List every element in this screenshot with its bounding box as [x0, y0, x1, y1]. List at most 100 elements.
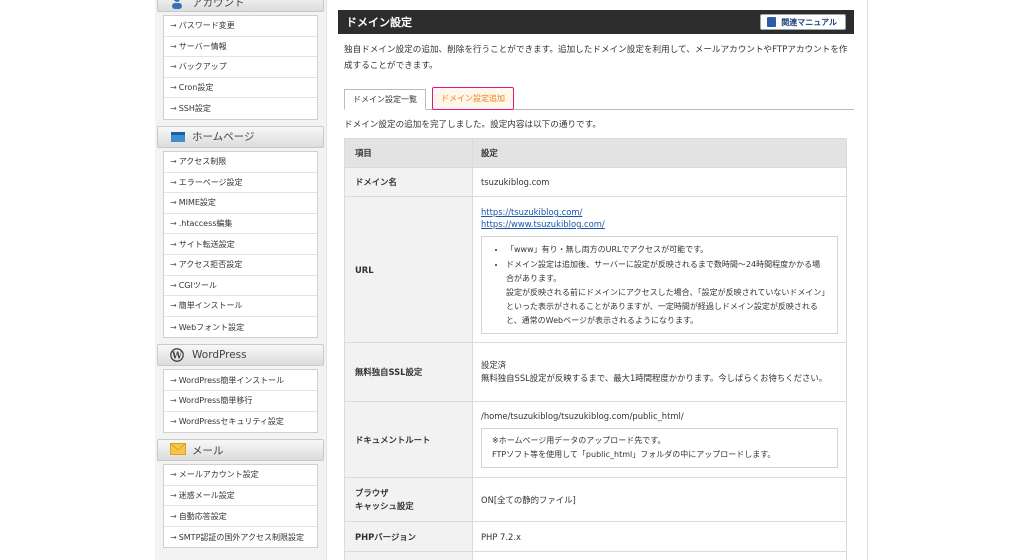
sidebar-item[interactable]: → アクセス制限: [164, 152, 317, 173]
sidebar-item-label: CGIツール: [178, 280, 217, 290]
url-link[interactable]: https://www.tsuzukiblog.com/: [481, 218, 838, 230]
arrow-right-icon: →: [170, 219, 177, 229]
docroot-note: ※ホームページ用データのアップロード先です。: [492, 436, 666, 445]
sidebar-section-title: ホームページ: [192, 131, 255, 144]
sidebar-item-label: 自動応答設定: [178, 511, 227, 521]
arrow-right-icon: →: [170, 417, 177, 427]
sidebar-item-label: 迷惑メール設定: [178, 490, 235, 500]
table-row-docroot: ドキュメントルート /home/tsuzukiblog/tsuzukiblog.…: [344, 401, 847, 478]
sidebar-item[interactable]: → エラーページ設定: [164, 173, 317, 194]
sidebar-item-label: Webフォント設定: [178, 322, 245, 332]
arrow-right-icon: →: [170, 511, 177, 521]
arrow-right-icon: →: [170, 104, 177, 114]
sidebar-item-label: サイト転送設定: [178, 239, 235, 249]
homepage-icon: [170, 130, 186, 144]
arrow-right-icon: →: [170, 177, 177, 187]
arrow-right-icon: →: [170, 62, 177, 72]
sidebar-item[interactable]: → WordPress簡単移行: [164, 391, 317, 412]
php-value: PHP 7.2.x: [472, 521, 847, 552]
sidebar-item[interactable]: → SSH設定: [164, 98, 317, 119]
arrow-right-icon: →: [170, 239, 177, 249]
row-key: [344, 551, 473, 560]
table-header-row: 項目 設定: [344, 138, 847, 168]
sidebar-section-title: メール: [192, 444, 224, 457]
arrow-right-icon: →: [170, 301, 177, 311]
sidebar-item-label: WordPress簡単インストール: [178, 375, 285, 385]
sidebar-list-wordpress: → WordPress簡単インストール → WordPress簡単移行 → WordPre…: [163, 369, 318, 434]
sidebar-item-label: サーバー情報: [178, 41, 227, 51]
sidebar-item-label: パスワード変更: [178, 21, 235, 31]
ssl-value: 設定済 無料独自SSL設定が反映するまで、最大1時間程度かかります。今しばらくお…: [472, 342, 847, 402]
table-row-ssl: 無料独自SSL設定 設定済 無料独自SSL設定が反映するまで、最大1時間程度かか…: [344, 342, 847, 402]
row-key: ドキュメントルート: [344, 401, 473, 478]
sidebar-item[interactable]: → サイト転送設定: [164, 234, 317, 255]
sidebar-item[interactable]: → アクセス拒否設定: [164, 255, 317, 276]
cache-key-line: キャッシュ設定: [355, 500, 414, 511]
sidebar-item-label: .htaccess編集: [178, 219, 233, 229]
url-link[interactable]: https://tsuzukiblog.com/: [481, 206, 838, 218]
arrow-right-icon: →: [170, 198, 177, 208]
url-note-item: 「www」有り・無し両方のURLでアクセスが可能です。: [506, 243, 827, 257]
sidebar-item[interactable]: → バックアップ: [164, 57, 317, 78]
domain-value: tsuzukiblog.com: [472, 167, 847, 197]
arrow-right-icon: →: [170, 260, 177, 270]
ssl-status: 設定済: [481, 360, 507, 370]
sidebar-item[interactable]: → Cron設定: [164, 78, 317, 99]
sidebar-list-homepage: → アクセス制限 → エラーページ設定 → MIME設定 → .htaccess編集 → サイト転…: [163, 150, 318, 339]
sidebar-item[interactable]: → 迷惑メール設定: [164, 486, 317, 507]
wordpress-icon: W: [170, 348, 186, 363]
svg-text:W: W: [171, 352, 183, 362]
sidebar-item[interactable]: → Webフォント設定: [164, 317, 317, 338]
arrow-right-icon: →: [170, 41, 177, 51]
book-icon: [767, 17, 777, 27]
arrow-right-icon: →: [170, 157, 177, 167]
sidebar-item-label: アクセス制限: [178, 157, 227, 167]
sidebar-item[interactable]: → サーバー情報: [164, 37, 317, 58]
main-panel: ドメイン設定 関連マニュアル 独自ドメイン設定の追加、削除を行うことができます。…: [328, 0, 868, 560]
sidebar-item-label: WordPress簡単移行: [178, 396, 253, 406]
sidebar-item[interactable]: → 自動応答設定: [164, 506, 317, 527]
arrow-right-icon: →: [170, 83, 177, 93]
docroot-value: /home/tsuzukiblog/tsuzukiblog.com/public…: [472, 401, 847, 478]
url-value: https://tsuzukiblog.com/ https://www.tsu…: [472, 196, 847, 343]
tab-domain-add[interactable]: ドメイン設定追加: [432, 87, 514, 110]
header-value: 設定: [472, 138, 847, 168]
user-icon: [170, 0, 186, 9]
row-value: [472, 551, 847, 560]
sidebar-item[interactable]: → WordPressセキュリティ設定: [164, 412, 317, 433]
sidebar: アカウント → パスワード変更 → サーバー情報 → バックアップ → Cron設定 → SSH設…: [155, 0, 327, 560]
docroot-path: /home/tsuzukiblog/tsuzukiblog.com/public…: [481, 411, 684, 421]
sidebar-item[interactable]: → CGIツール: [164, 276, 317, 297]
sidebar-section-title: アカウント: [192, 0, 245, 9]
sidebar-item-label: Cron設定: [178, 83, 214, 93]
arrow-right-icon: →: [170, 280, 177, 290]
tab-domain-list[interactable]: ドメイン設定一覧: [344, 89, 426, 110]
cache-value: ON[全ての静的ファイル]: [472, 477, 847, 522]
row-key: URL: [344, 196, 473, 343]
sidebar-item-label: バックアップ: [178, 62, 227, 72]
sidebar-item-label: アクセス拒否設定: [178, 260, 243, 270]
related-manual-label: 関連マニュアル: [781, 17, 837, 27]
sidebar-section-title: WordPress: [192, 349, 247, 362]
sidebar-item-label: エラーページ設定: [178, 177, 243, 187]
sidebar-item[interactable]: → 簡単インストール: [164, 296, 317, 317]
settings-table: 項目 設定 ドメイン名 tsuzukiblog.com URL https://…: [344, 138, 847, 560]
sidebar-item-label: 簡単インストール: [178, 301, 243, 311]
sidebar-section-wordpress: W WordPress: [157, 344, 324, 367]
related-manual-button[interactable]: 関連マニュアル: [760, 14, 846, 30]
sidebar-item[interactable]: → .htaccess編集: [164, 214, 317, 235]
mail-icon: [170, 443, 186, 457]
sidebar-section-homepage: ホームページ: [157, 125, 324, 148]
arrow-right-icon: →: [170, 470, 177, 480]
sidebar-item[interactable]: → SMTP認証の国外アクセス制限設定: [164, 527, 317, 548]
sidebar-item[interactable]: → MIME設定: [164, 193, 317, 214]
docroot-note-box: ※ホームページ用データのアップロード先です。 FTPソフト等を使用して「publ…: [481, 428, 838, 468]
arrow-right-icon: →: [170, 322, 177, 332]
sidebar-item[interactable]: → メールアカウント設定: [164, 465, 317, 486]
sidebar-item-label: WordPressセキュリティ設定: [178, 417, 284, 427]
sidebar-item[interactable]: → WordPress簡単インストール: [164, 370, 317, 391]
sidebar-item[interactable]: → パスワード変更: [164, 16, 317, 37]
sidebar-item-label: メールアカウント設定: [178, 470, 259, 480]
row-key: ドメイン名: [344, 167, 473, 197]
docroot-note: FTPソフト等を使用して「public_html」フォルダの中にアップロードしま…: [492, 450, 776, 459]
